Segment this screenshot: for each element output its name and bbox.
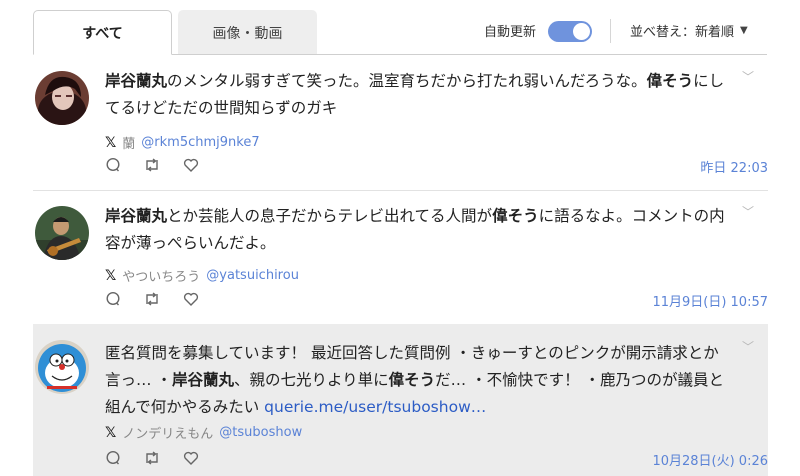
author-display-name: やついちろう bbox=[122, 270, 201, 285]
post-actions bbox=[105, 291, 199, 307]
text-segment: とか芸能人の息子だからテレビ出れてる人間が bbox=[167, 207, 493, 225]
post-item: 岸谷蘭丸とか芸能人の息子だからテレビ出れてる人間が偉そうに語るなよ。コメントの内… bbox=[33, 191, 768, 324]
tab-media-label: 画像・動画 bbox=[212, 25, 283, 42]
post-actions bbox=[105, 450, 199, 466]
tab-all-label: すべて bbox=[82, 25, 123, 42]
x-logo-icon: 𝕏 bbox=[105, 267, 117, 284]
author-user-id: @yatsuichirou bbox=[206, 268, 299, 283]
post-author[interactable]: 𝕏 やついちろう @yatsuichirou bbox=[105, 266, 299, 286]
avatar[interactable] bbox=[35, 206, 89, 260]
caret-down-icon: ▼ bbox=[740, 25, 748, 36]
tab-media[interactable]: 画像・動画 bbox=[178, 10, 317, 55]
reply-icon[interactable] bbox=[105, 291, 121, 307]
post-timestamp[interactable]: 11月9日(日) 10:57 bbox=[652, 291, 768, 310]
sort-dropdown[interactable]: 並べ替え：新着順 ▼ bbox=[630, 21, 748, 40]
post-timestamp[interactable]: 昨日 22:03 bbox=[700, 157, 768, 176]
avatar[interactable] bbox=[35, 71, 89, 125]
x-logo-icon: 𝕏 bbox=[105, 134, 117, 151]
like-icon[interactable] bbox=[183, 450, 199, 466]
highlight-keyword: 岸谷蘭丸 bbox=[171, 371, 234, 389]
author-display-name: 蘭 bbox=[122, 137, 136, 152]
avatar[interactable] bbox=[35, 340, 89, 394]
author-user-id: @tsuboshow bbox=[219, 425, 303, 440]
auto-refresh-toggle[interactable] bbox=[548, 21, 592, 42]
reply-icon[interactable] bbox=[105, 450, 121, 466]
post-author[interactable]: 𝕏 ノンデリえもん @tsuboshow bbox=[105, 423, 303, 443]
post-author[interactable]: 𝕏 蘭 @rkm5chmj9nke7 bbox=[105, 133, 260, 153]
chevron-down-icon[interactable]: ﹀ bbox=[742, 338, 754, 355]
like-icon[interactable] bbox=[183, 291, 199, 307]
retweet-icon[interactable] bbox=[143, 450, 161, 466]
retweet-icon[interactable] bbox=[143, 157, 161, 173]
highlight-keyword: 偉そう bbox=[388, 371, 436, 389]
like-icon[interactable] bbox=[183, 157, 199, 173]
author-display-name: ノンデリえもん bbox=[122, 427, 214, 442]
author-user-id: @rkm5chmj9nke7 bbox=[141, 135, 260, 150]
x-logo-icon: 𝕏 bbox=[105, 424, 117, 441]
post-item: 匿名質問を募集しています！ 最近回答した質問例 ・きゅーすとのピンクが開示請求と… bbox=[33, 324, 768, 476]
chevron-down-icon[interactable]: ﹀ bbox=[742, 68, 754, 85]
auto-refresh-label: 自動更新 bbox=[484, 25, 537, 40]
sort-label: 並べ替え：新着順 bbox=[630, 25, 735, 40]
chevron-down-icon[interactable]: ﹀ bbox=[742, 203, 754, 220]
post-text: 岸谷蘭丸のメンタル弱すぎて笑った。温室育ちだから打たれ弱いんだろうな。偉そうにし… bbox=[105, 68, 732, 122]
post-text: 匿名質問を募集しています！ 最近回答した質問例 ・きゅーすとのピンクが開示請求と… bbox=[105, 340, 732, 421]
reply-icon[interactable] bbox=[105, 157, 121, 173]
text-segment: のメンタル弱すぎて笑った。温室育ちだから打たれ弱いんだろうな。 bbox=[167, 72, 647, 90]
text-segment: 、親の七光りより単に bbox=[233, 371, 389, 389]
highlight-keyword: 岸谷蘭丸 bbox=[105, 207, 168, 225]
post-item: 岸谷蘭丸のメンタル弱すぎて笑った。温室育ちだから打たれ弱いんだろうな。偉そうにし… bbox=[33, 56, 768, 191]
post-timestamp[interactable]: 10月28日(火) 0:26 bbox=[652, 450, 768, 469]
tab-all[interactable]: すべて bbox=[33, 10, 172, 55]
header-divider bbox=[610, 19, 611, 43]
highlight-keyword: 岸谷蘭丸 bbox=[105, 72, 168, 90]
post-link[interactable]: querie.me/user/tsuboshow… bbox=[264, 398, 486, 416]
retweet-icon[interactable] bbox=[143, 291, 161, 307]
highlight-keyword: 偉そう bbox=[646, 72, 694, 90]
highlight-keyword: 偉そう bbox=[492, 207, 539, 225]
post-text: 岸谷蘭丸とか芸能人の息子だからテレビ出れてる人間が偉そうに語るなよ。コメントの内… bbox=[105, 203, 732, 257]
toggle-knob bbox=[573, 23, 590, 40]
post-actions bbox=[105, 157, 199, 173]
tab-bar: すべて 画像・動画 自動更新 並べ替え：新着順 ▼ bbox=[0, 0, 800, 56]
